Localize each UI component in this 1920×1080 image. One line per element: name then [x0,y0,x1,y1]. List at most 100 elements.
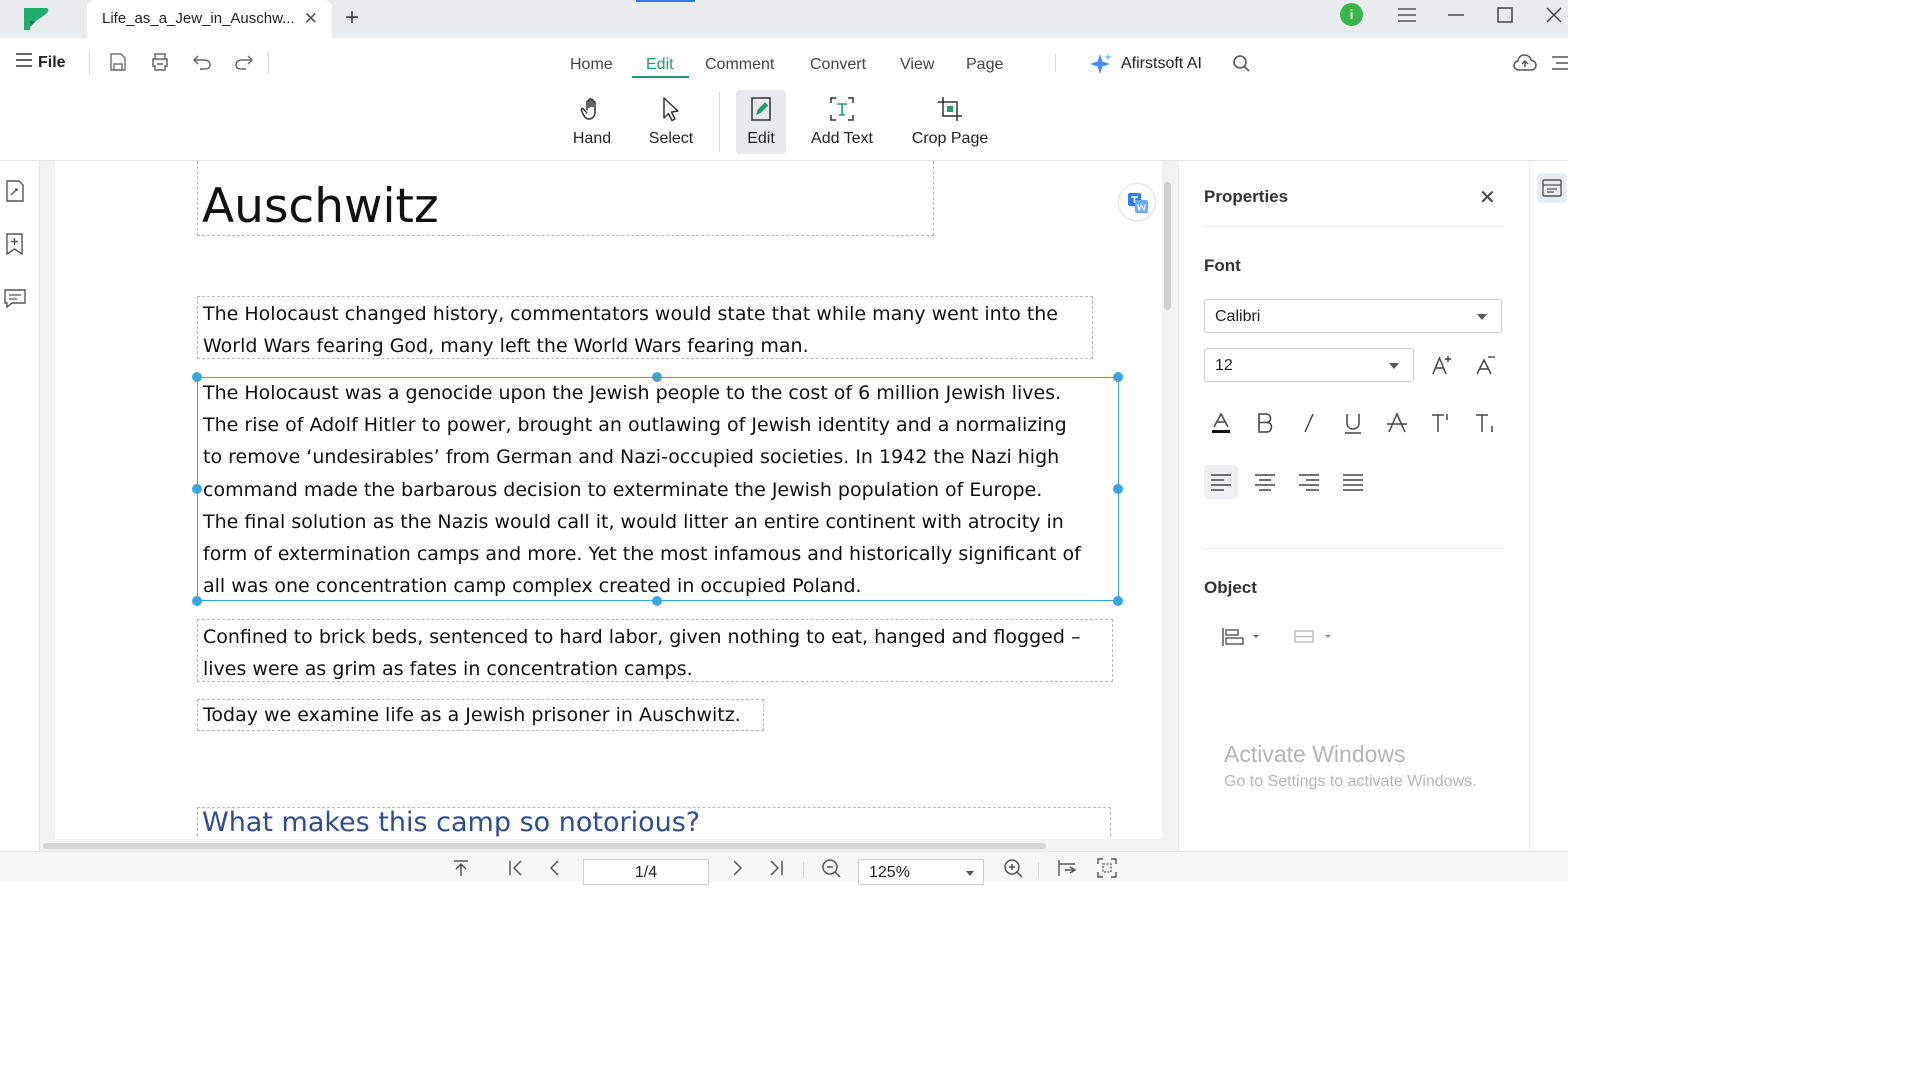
align-center-button[interactable] [1248,465,1282,499]
resize-handle-top-right[interactable] [1113,372,1123,382]
left-sidebar [0,161,40,851]
decrease-font-size-button[interactable] [1469,348,1503,382]
comments-icon[interactable] [3,287,27,309]
divider [1204,226,1504,227]
next-page-icon[interactable] [725,856,749,880]
zoom-in-icon[interactable] [1001,856,1025,880]
superscript-button[interactable] [1424,406,1458,440]
font-increase-icon [1432,356,1451,375]
bold-button[interactable] [1248,406,1282,440]
bookmark-add-icon[interactable] [4,232,26,256]
fit-width-icon[interactable] [1055,856,1079,880]
chevron-down-icon [1389,363,1399,369]
properties-title: Properties [1204,187,1289,206]
heading-text-block[interactable]: What makes this camp so notorious? [197,807,1111,839]
resize-handle-right[interactable] [1113,484,1123,494]
crop-page-tool-button[interactable]: Crop Page [904,90,996,154]
align-right-button[interactable] [1292,465,1326,499]
close-panel-icon[interactable]: ✕ [1479,185,1496,210]
maximize-icon[interactable] [1495,5,1515,25]
first-page-icon[interactable] [504,856,528,880]
page-thumbnails-icon[interactable] [4,179,26,203]
pdf-page[interactable]: Auschwitz The Holocaust changed history,… [55,161,1162,839]
file-menu-icon[interactable] [15,52,33,68]
divider [268,52,269,74]
print-icon[interactable] [148,50,172,74]
text-color-button[interactable] [1204,406,1238,440]
save-icon[interactable] [106,50,130,74]
select-tool-button[interactable]: Select [640,90,702,154]
resize-handle-left[interactable] [192,484,202,494]
cloud-upload-icon[interactable] [1512,52,1538,74]
title-text-block[interactable]: Auschwitz [197,161,934,236]
underline-button[interactable] [1336,406,1370,440]
resize-handle-bottom-left[interactable] [192,596,202,606]
align-left-icon [1211,474,1231,491]
collapse-ribbon-icon[interactable] [1550,54,1568,72]
file-menu-button[interactable]: File [38,54,66,72]
font-size-select[interactable]: 12 [1204,348,1414,382]
menu-icon[interactable] [1396,6,1418,24]
page-number-input[interactable]: 1/4 [583,859,709,885]
tab-convert[interactable]: Convert [810,56,866,74]
text-line: The Holocaust changed history, commentat… [203,303,1058,325]
resize-handle-bottom-right[interactable] [1113,596,1123,606]
resize-handle-top-left[interactable] [192,372,202,382]
minimize-icon[interactable] [1446,6,1466,24]
italic-button[interactable] [1292,406,1326,440]
ai-assistant-button[interactable]: Afirstsoft AI [1121,55,1202,73]
font-family-select[interactable]: Calibri [1204,299,1502,333]
resize-handle-bottom[interactable] [652,596,662,606]
text-line: command made the barbarous decision to e… [203,478,1043,501]
text-line: all was one concentration camp complex c… [203,575,862,598]
tab-view[interactable]: View [900,56,934,74]
justify-button[interactable] [1336,465,1370,499]
redo-icon[interactable] [232,50,256,74]
user-avatar[interactable]: i [1340,3,1363,26]
bold-icon [1258,413,1273,433]
paragraph-block-1[interactable]: The Holocaust changed history, commentat… [197,296,1093,359]
undo-icon[interactable] [190,50,214,74]
distribute-objects-icon[interactable] [1292,626,1334,648]
new-tab-button[interactable]: + [345,4,359,32]
justify-icon [1343,474,1363,491]
tab-edit[interactable]: Edit [646,56,674,74]
chevron-down-icon [966,871,974,876]
font-decrease-icon [1476,356,1495,375]
properties-toggle-button[interactable] [1537,173,1567,203]
underline-icon [1345,414,1361,434]
search-icon[interactable] [1232,54,1252,74]
selected-paragraph-block[interactable]: The Holocaust was a genocide upon the Je… [197,377,1119,601]
menu-bar: File Home Edit Comment Convert View Page… [0,38,1568,88]
edit-tool-button[interactable]: Edit [736,90,786,154]
vertical-scrollbar[interactable] [1164,182,1171,310]
align-left-button[interactable] [1204,465,1238,499]
scroll-to-top-icon[interactable] [449,856,473,880]
properties-icon [1542,179,1562,197]
last-page-icon[interactable] [764,856,788,880]
strikethrough-button[interactable] [1380,406,1414,440]
fit-page-icon[interactable] [1095,856,1119,880]
divider [1055,54,1056,72]
right-sidebar [1529,161,1568,851]
edit-document-icon [751,97,771,121]
tab-page[interactable]: Page [966,56,1003,74]
add-text-tool-button[interactable]: Add Text [802,90,882,154]
document-tab[interactable]: Life_as_a_Jew_in_Auschw... ✕ [87,0,332,38]
previous-page-icon[interactable] [543,856,567,880]
hand-tool-button[interactable]: Hand [562,90,622,154]
increase-font-size-button[interactable] [1425,348,1459,382]
paragraph-block-3[interactable]: Confined to brick beds, sentenced to har… [197,619,1113,682]
paragraph-block-4[interactable]: Today we examine life as a Jewish prison… [197,699,764,731]
subscript-button[interactable] [1468,406,1502,440]
close-window-icon[interactable] [1544,5,1564,25]
tab-comment[interactable]: Comment [705,56,774,74]
translate-button[interactable] [1118,183,1156,221]
zoom-out-icon[interactable] [819,856,843,880]
align-objects-icon[interactable] [1220,626,1262,648]
close-tab-icon[interactable]: ✕ [304,9,318,29]
tab-home[interactable]: Home [570,56,613,74]
horizontal-scrollbar[interactable] [43,843,1046,849]
resize-handle-top[interactable] [652,372,662,382]
zoom-select[interactable]: 125% [858,859,984,885]
